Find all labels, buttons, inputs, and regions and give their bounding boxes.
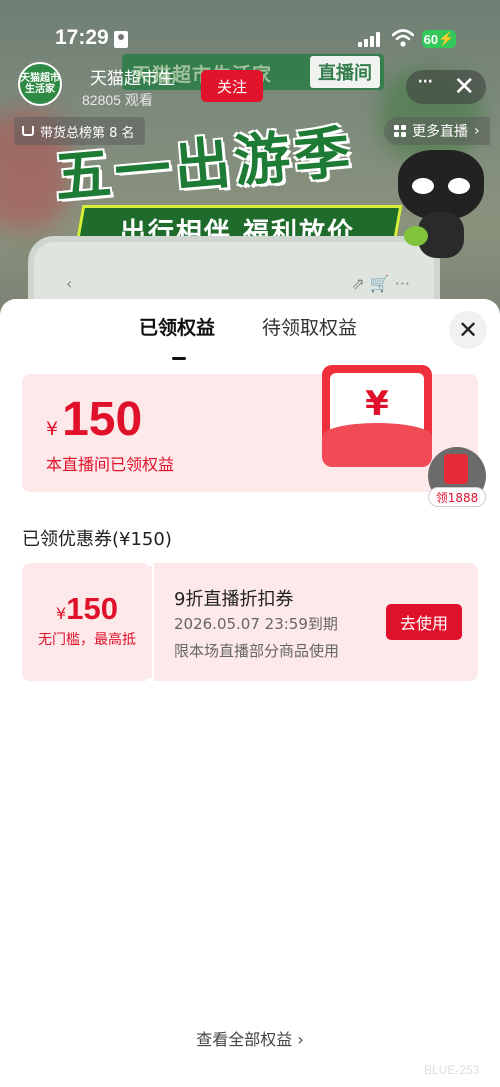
use-coupon-button[interactable]: 去使用 [386, 604, 462, 640]
summary-amount-value: 150 [62, 393, 143, 446]
red-envelope-icon: ¥ [322, 365, 432, 467]
coupon-detail-panel: 9折直播折扣券 2026.05.07 23:59到期 限本场直播部分商品使用 去… [154, 563, 478, 681]
coupon-scope: 限本场直播部分商品使用 [174, 642, 340, 660]
phone-mockup-toolbar: ‹ ⇗ 🛒 ··· [50, 268, 426, 298]
more-live-label: 更多直播 [412, 124, 468, 140]
coupon-section-title: 已领优惠券(¥150) [22, 529, 172, 550]
coupon-amount: ¥150 [22, 591, 152, 627]
grid-icon [394, 125, 406, 137]
cart-icon [22, 126, 34, 136]
view-count: 82805 观看 [82, 92, 153, 108]
tmall-cat-mascot [398, 150, 488, 260]
tab-claimed-benefits[interactable]: 已领权益 [139, 313, 215, 340]
red-packet-icon [444, 454, 468, 484]
rank-text: 带货总榜第 8 名 [40, 125, 135, 141]
coupon-name: 9折直播折扣券 [174, 589, 294, 610]
active-tab-indicator [172, 357, 186, 360]
close-icon: ✕ [457, 316, 479, 344]
chevron-right-icon: › [474, 123, 480, 139]
watermark: BLUE-253 [424, 1063, 480, 1077]
benefits-sheet: 已领权益 待领取权益 ✕ ¥150 本直播间已领权益 ¥ 领1888 已领优惠券… [0, 299, 500, 1087]
person-id-icon [114, 31, 128, 48]
cellular-signal-icon [358, 31, 382, 47]
view-all-benefits-link[interactable]: 查看全部权益 › [0, 1026, 500, 1050]
close-icon[interactable]: ✕ [453, 74, 475, 100]
battery-icon: 60 ⚡ [422, 30, 456, 48]
anchor-name: 天猫超市生 [90, 69, 175, 89]
currency-symbol: ¥ [56, 604, 67, 623]
share-cart-icons: ⇗ 🛒 ··· [351, 273, 410, 293]
coupon-card: ¥150 无门槛，最高抵 9折直播折扣券 2026.05.07 23:59到期 … [22, 559, 478, 685]
back-chevron-icon: ‹ [66, 273, 73, 293]
follow-button[interactable]: 关注 [201, 70, 263, 102]
anchor-avatar[interactable]: 天猫超市 生活家 [18, 62, 62, 106]
more-live-button[interactable]: 更多直播 › [384, 117, 490, 145]
status-time: 17:29 [55, 26, 109, 49]
benefit-tabs: 已领权益 待领取权益 [0, 313, 500, 360]
coupon-value-panel: ¥150 无门槛，最高抵 [22, 563, 152, 681]
currency-symbol: ¥ [46, 418, 59, 440]
floating-red-packet-label[interactable]: 领1888 [428, 487, 486, 507]
coupon-expiry: 2026.05.07 23:59到期 [174, 615, 338, 633]
coupon-amount-value: 150 [66, 591, 118, 626]
coupon-condition: 无门槛，最高抵 [38, 632, 136, 648]
close-sheet-button[interactable]: ✕ [449, 311, 487, 349]
more-icon[interactable]: ··· [417, 72, 434, 94]
anchor-avatar-text: 天猫超市 生活家 [20, 73, 60, 95]
status-bar: 17:29 60 ⚡ [0, 26, 500, 56]
tab-pending-benefits[interactable]: 待领取权益 [262, 313, 357, 340]
channel-banner-tag: 直播间 [310, 56, 380, 88]
rank-chip[interactable]: 带货总榜第 8 名 [14, 117, 145, 145]
wifi-icon [392, 29, 414, 47]
summary-description: 本直播间已领权益 [46, 455, 175, 474]
stream-actions: ··· ✕ [406, 70, 486, 104]
battery-level: 60 [423, 31, 439, 47]
summary-amount: ¥150 [46, 392, 142, 447]
